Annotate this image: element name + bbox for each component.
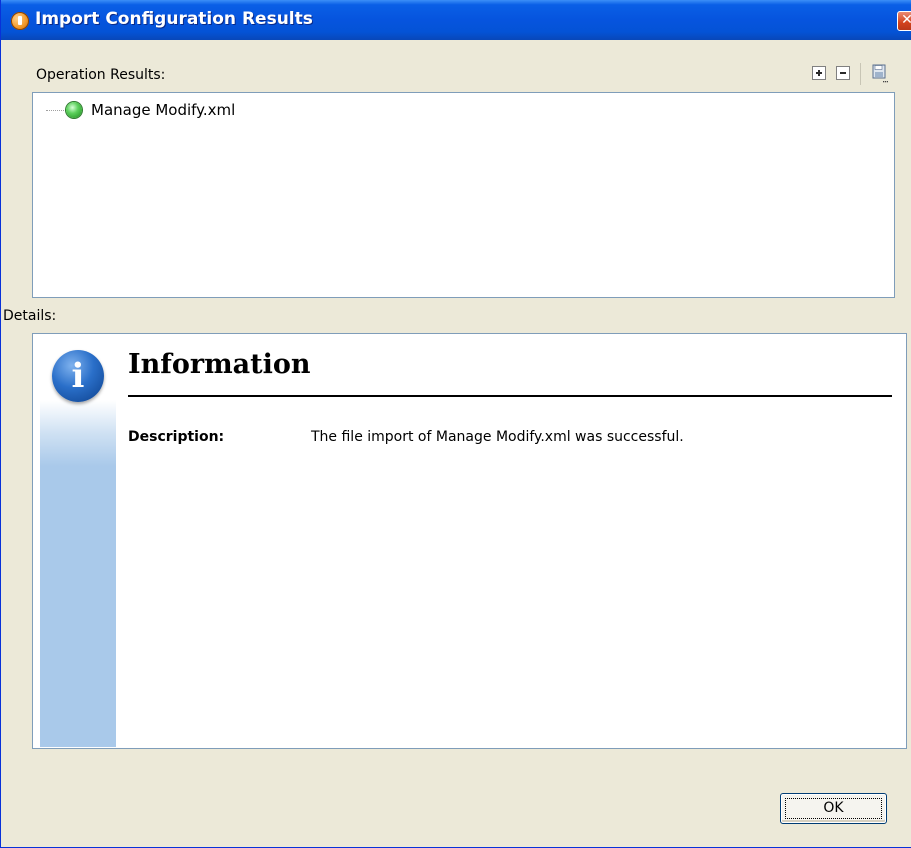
operation-results-label: Operation Results:	[36, 67, 166, 83]
dialog-window: Import Configuration Results ✕ Operation…	[0, 0, 911, 848]
tree-connector	[46, 110, 66, 111]
operation-results-tree[interactable]: Manage Modify.xml	[32, 92, 895, 298]
close-button[interactable]: ✕	[897, 11, 911, 31]
collapse-all-icon[interactable]	[836, 66, 850, 80]
save-as-icon[interactable]	[872, 64, 888, 84]
heading-divider	[128, 395, 892, 397]
details-label: Details:	[3, 308, 57, 324]
ok-button[interactable]: OK	[780, 793, 887, 824]
success-status-icon	[66, 102, 82, 118]
tree-item-label[interactable]: Manage Modify.xml	[91, 101, 235, 119]
window-title: Import Configuration Results	[35, 9, 313, 29]
focus-outline	[785, 798, 882, 819]
details-heading: Information	[128, 349, 311, 380]
app-alert-icon	[11, 12, 29, 30]
description-text: The file import of Manage Modify.xml was…	[311, 429, 684, 445]
toolbar-separator	[860, 63, 861, 85]
info-icon: i	[52, 350, 104, 402]
expand-all-icon[interactable]	[812, 66, 826, 80]
details-panel: i Information Description: The file impo…	[32, 333, 907, 749]
description-label: Description:	[128, 429, 225, 445]
title-bar[interactable]: Import Configuration Results ✕	[1, 0, 911, 40]
